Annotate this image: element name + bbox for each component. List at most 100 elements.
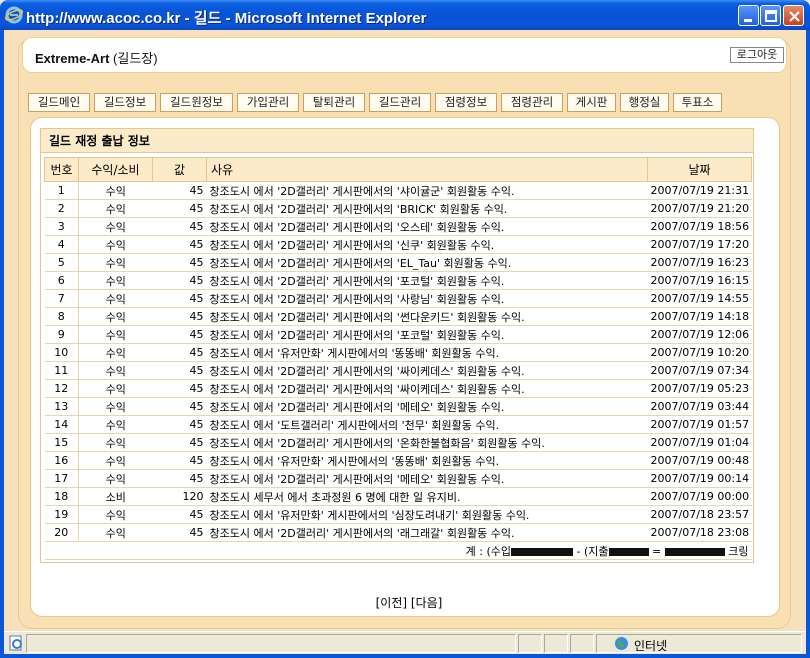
- tab-guild-manage[interactable]: 길드관리: [369, 93, 431, 112]
- row-type: 수익: [78, 415, 153, 434]
- tab-join-manage[interactable]: 가입관리: [237, 93, 299, 112]
- maximize-icon: [765, 10, 777, 22]
- row-number: 20: [44, 523, 79, 542]
- tab-board[interactable]: 게시판: [567, 93, 616, 112]
- maximize-button[interactable]: [760, 5, 781, 26]
- tab-occupation-info[interactable]: 점령정보: [435, 93, 497, 112]
- row-date: 2007/07/19 00:48: [647, 451, 752, 470]
- row-date: 2007/07/19 21:20: [647, 199, 752, 218]
- row-value: 45: [152, 379, 207, 398]
- row-date: 2007/07/19 10:20: [647, 343, 752, 362]
- next-page-link[interactable]: [다음]: [411, 596, 442, 610]
- title-bar[interactable]: http://www.acoc.co.kr - 길드 - Microsoft I…: [0, 0, 810, 30]
- pagination: [이전] [다음]: [4, 594, 810, 611]
- row-reason: 창조도시 에서 '2D갤러리' 게시판에서의 '신쿠' 회원활동 수익.: [206, 235, 648, 254]
- table-row: 10 수익 45 창조도시 에서 '유저만화' 게시판에서의 '똥똥배' 회원활동 수…: [44, 343, 752, 362]
- row-number: 10: [44, 343, 79, 362]
- row-date: 2007/07/19 05:23: [647, 379, 752, 398]
- row-value: 45: [152, 217, 207, 236]
- row-reason: 창조도시 에서 '2D갤러리' 게시판에서의 '오스테' 회원활동 수익.: [206, 217, 648, 236]
- ledger-total: 계 : (수입 - (지출 = 크링: [44, 541, 752, 560]
- tab-admin-office[interactable]: 행정실: [620, 93, 669, 112]
- row-reason: 창조도시 에서 '2D갤러리' 게시판에서의 '메테오' 회원활동 수익.: [206, 397, 648, 416]
- row-date: 2007/07/19 00:14: [647, 469, 752, 488]
- row-number: 19: [44, 505, 79, 524]
- row-number: 9: [44, 325, 79, 344]
- row-date: 2007/07/19 16:15: [647, 271, 752, 290]
- row-type: 수익: [78, 289, 153, 308]
- total-prefix: 계 : (수입: [465, 544, 512, 558]
- column-header-date: 날짜: [647, 157, 752, 182]
- total-middle: - (지출: [573, 544, 609, 558]
- row-date: 2007/07/19 07:34: [647, 361, 752, 380]
- row-type: 수익: [78, 451, 153, 470]
- total-suffix: 크링: [724, 544, 749, 558]
- table-row: 13 수익 45 창조도시 에서 '2D갤러리' 게시판에서의 '메테오' 회원활동 …: [44, 397, 752, 416]
- table-row: 9 수익 45 창조도시 에서 '2D갤러리' 게시판에서의 '포코털' 회원활동 수…: [44, 325, 752, 344]
- redacted-income: [511, 547, 574, 556]
- guild-header: Extreme-Art (길드장) 로그아웃: [22, 37, 787, 73]
- row-date: 2007/07/19 00:00: [647, 487, 752, 506]
- row-reason: 창조도시 에서 '2D갤러리' 게시판에서의 '샤이귤군' 회원활동 수익.: [206, 181, 648, 200]
- column-header-value: 값: [152, 157, 207, 182]
- redacted-balance: [664, 547, 725, 556]
- row-value: 120: [152, 487, 207, 506]
- column-header-type: 수익/소비: [78, 157, 153, 182]
- row-value: 45: [152, 289, 207, 308]
- prev-page-link[interactable]: [이전]: [376, 596, 407, 610]
- logout-button[interactable]: 로그아웃: [730, 47, 784, 63]
- tab-guild-main[interactable]: 길드메인: [28, 93, 90, 112]
- guild-role: (길드장): [109, 51, 158, 66]
- row-value: 45: [152, 181, 207, 200]
- guild-name: Extreme-Art: [35, 51, 110, 66]
- table-row: 3 수익 45 창조도시 에서 '2D갤러리' 게시판에서의 '오스테' 회원활동 수…: [44, 217, 752, 236]
- table-row: 17 수익 45 창조도시 에서 '2D갤러리' 게시판에서의 '메테오' 회원활동 …: [44, 469, 752, 488]
- row-number: 3: [44, 217, 79, 236]
- table-row: 8 수익 45 창조도시 에서 '2D갤러리' 게시판에서의 '썬다운키드' 회원활동…: [44, 307, 752, 326]
- status-pane-progress: [518, 634, 542, 653]
- table-row: 20 수익 45 창조도시 에서 '2D갤러리' 게시판에서의 '래그래갈' 회원활동…: [44, 523, 752, 542]
- row-reason: 창조도시 에서 '유저만화' 게시판에서의 '심장도려내기' 회원활동 수익.: [206, 505, 648, 524]
- row-reason: 창조도시 에서 '2D갤러리' 게시판에서의 '싸이케데스' 회원활동 수익.: [206, 361, 648, 380]
- row-value: 45: [152, 451, 207, 470]
- row-value: 45: [152, 325, 207, 344]
- row-value: 45: [152, 361, 207, 380]
- ledger-table: 번호 수익/소비 값 사유 날짜 1 수익 45 창조도시 에서 '2D갤러리' 게시…: [44, 157, 752, 560]
- row-value: 45: [152, 523, 207, 542]
- row-date: 2007/07/19 21:31: [647, 181, 752, 200]
- tab-occupation-manage[interactable]: 점령관리: [501, 93, 563, 112]
- tab-leave-manage[interactable]: 탈퇴관리: [303, 93, 365, 112]
- row-date: 2007/07/19 17:20: [647, 235, 752, 254]
- table-row: 2 수익 45 창조도시 에서 '2D갤러리' 게시판에서의 'BRICK' 회원활동…: [44, 199, 752, 218]
- tab-voting[interactable]: 투표소: [673, 93, 722, 112]
- table-row: 15 수익 45 창조도시 에서 '2D갤러리' 게시판에서의 '온화한불협화음' 회…: [44, 433, 752, 452]
- column-header-reason: 사유: [206, 157, 648, 182]
- row-number: 16: [44, 451, 79, 470]
- tab-member-info[interactable]: 길드원정보: [160, 93, 233, 112]
- row-date: 2007/07/18 23:08: [647, 523, 752, 542]
- close-button[interactable]: [783, 5, 804, 26]
- table-row: 5 수익 45 창조도시 에서 '2D갤러리' 게시판에서의 'EL_Tau' 회원활…: [44, 253, 752, 272]
- table-row: 16 수익 45 창조도시 에서 '유저만화' 게시판에서의 '똥똥배' 회원활동 수…: [44, 451, 752, 470]
- row-type: 수익: [78, 379, 153, 398]
- row-type: 수익: [78, 343, 153, 362]
- column-header-number: 번호: [44, 157, 79, 182]
- row-reason: 창조도시 에서 '2D갤러리' 게시판에서의 '포코털' 회원활동 수익.: [206, 271, 648, 290]
- security-zone-label: 인터넷: [634, 639, 668, 653]
- row-type: 수익: [78, 307, 153, 326]
- row-type: 수익: [78, 361, 153, 380]
- table-row: 18 소비 120 창조도시 세무서 에서 초과정원 6 명에 대한 일 유지비. 20…: [44, 487, 752, 506]
- row-type: 수익: [78, 181, 153, 200]
- tab-guild-info[interactable]: 길드정보: [94, 93, 156, 112]
- row-number: 5: [44, 253, 79, 272]
- row-value: 45: [152, 505, 207, 524]
- table-row: 7 수익 45 창조도시 에서 '2D갤러리' 게시판에서의 '사랑님' 회원활동 수…: [44, 289, 752, 308]
- row-number: 1: [44, 181, 79, 200]
- row-number: 8: [44, 307, 79, 326]
- row-reason: 창조도시 에서 '2D갤러리' 게시판에서의 '온화한불협화음' 회원활동 수익…: [206, 433, 648, 452]
- minimize-button[interactable]: [738, 5, 759, 26]
- row-date: 2007/07/19 01:57: [647, 415, 752, 434]
- table-row: 4 수익 45 창조도시 에서 '2D갤러리' 게시판에서의 '신쿠' 회원활동 수익…: [44, 235, 752, 254]
- close-icon: [789, 11, 800, 22]
- row-type: 수익: [78, 523, 153, 542]
